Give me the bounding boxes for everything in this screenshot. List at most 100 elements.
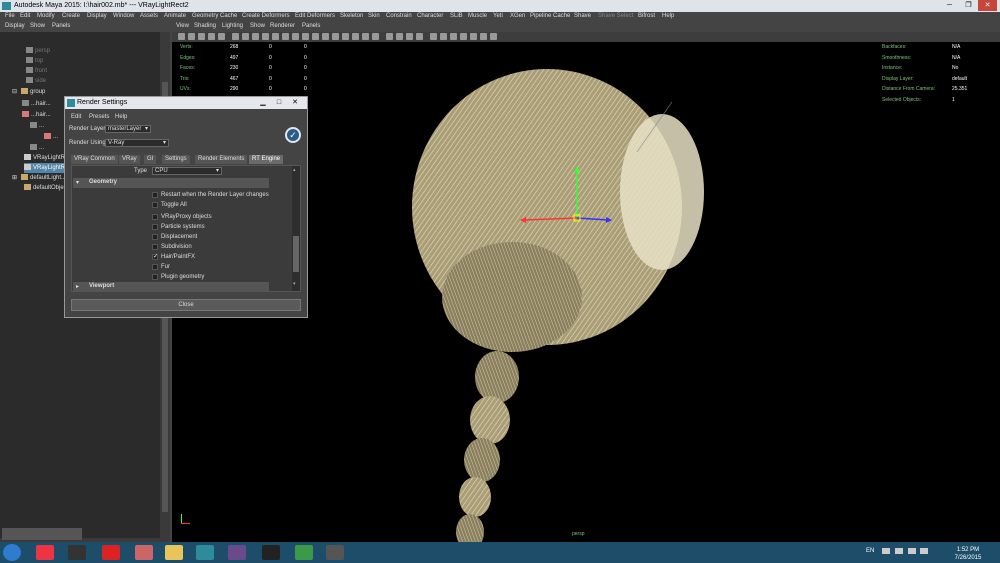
dialog-menu-presets[interactable]: Presets — [89, 114, 109, 120]
hair-paintfx-checkbox[interactable]: ✓ — [152, 254, 158, 260]
tray-icon[interactable] — [920, 548, 928, 554]
camtasia-icon[interactable] — [295, 545, 313, 560]
menu-modify[interactable]: Modify — [37, 13, 55, 19]
xray-joints-icon[interactable] — [406, 33, 413, 40]
vp-menu-view[interactable]: View — [176, 23, 189, 29]
outliner-item[interactable]: ...hair... — [22, 99, 51, 109]
close-button[interactable]: Close — [71, 299, 301, 311]
outliner-item[interactable]: ⊞ defaultLight... — [12, 173, 66, 183]
menu-geometry-cache[interactable]: Geometry Cache — [192, 13, 237, 19]
close-window-button[interactable]: ✕ — [978, 0, 997, 11]
language-indicator[interactable]: EN — [866, 548, 874, 554]
tab-vray-common[interactable]: VRay Common — [71, 155, 118, 164]
ao-icon[interactable] — [342, 33, 349, 40]
outliner-item-selected[interactable]: VRayLightR... — [24, 163, 70, 173]
menu-assets[interactable]: Assets — [140, 13, 158, 19]
vp-menu-shading[interactable]: Shading — [194, 23, 216, 29]
menu-create-deformers[interactable]: Create Deformers — [242, 13, 290, 19]
outliner-item[interactable]: top — [26, 56, 43, 66]
menu-help[interactable]: Help — [662, 13, 674, 19]
opera-icon[interactable] — [102, 545, 120, 560]
menu-skeleton[interactable]: Skeleton — [340, 13, 363, 19]
outliner-item[interactable]: ... — [30, 121, 44, 131]
smooth-shade-icon[interactable] — [302, 33, 309, 40]
outliner-menu-show[interactable]: Show — [30, 23, 45, 29]
xray-icon[interactable] — [396, 33, 403, 40]
type-dropdown[interactable]: CPU ▾ — [152, 167, 222, 175]
menu-display[interactable]: Display — [87, 13, 107, 19]
render-using-dropdown[interactable]: V-Ray ▾ — [105, 139, 169, 147]
particle-systems-checkbox[interactable] — [152, 224, 158, 230]
hypershade-icon[interactable] — [490, 33, 497, 40]
outliner-item[interactable]: defaultObje... — [24, 183, 69, 193]
menu-create[interactable]: Create — [62, 13, 80, 19]
resolution-gate-icon[interactable] — [242, 33, 249, 40]
antialias-icon[interactable] — [362, 33, 369, 40]
minimize-button[interactable]: ─ — [940, 0, 959, 11]
gamma-icon[interactable] — [430, 33, 437, 40]
paint-icon[interactable] — [135, 545, 153, 560]
menu-edit[interactable]: Edit — [20, 13, 30, 19]
outliner-item[interactable]: ⊟ group — [12, 87, 45, 97]
menu-yeti[interactable]: Yeti — [493, 13, 503, 19]
vray-icon[interactable] — [262, 545, 280, 560]
clock[interactable]: 1:52 PM 7/26/2015 — [940, 546, 996, 562]
lock-icon[interactable] — [188, 33, 195, 40]
menu-muscle[interactable]: Muscle — [468, 13, 487, 19]
image-plane-icon[interactable] — [208, 33, 215, 40]
vrayproxy-checkbox[interactable] — [152, 214, 158, 220]
vp-menu-panels[interactable]: Panels — [302, 23, 320, 29]
mudbox-icon[interactable] — [228, 545, 246, 560]
dof-icon[interactable] — [372, 33, 379, 40]
vp-menu-renderer[interactable]: Renderer — [270, 23, 295, 29]
ipr-icon[interactable] — [480, 33, 487, 40]
outliner-menu-display[interactable]: Display — [5, 23, 25, 29]
film-gate-icon[interactable] — [232, 33, 239, 40]
menu-shave-select[interactable]: Shave Select — [598, 13, 633, 19]
bookmark-icon[interactable] — [198, 33, 205, 40]
chrome-icon[interactable] — [36, 545, 54, 560]
dialog-maximize-button[interactable]: □ — [271, 98, 287, 107]
outliner-menu-panels[interactable]: Panels — [52, 23, 70, 29]
scroll-up-icon[interactable]: ▴ — [293, 168, 299, 173]
outliner-item[interactable]: side — [26, 76, 46, 86]
outliner-item[interactable]: persp — [26, 46, 50, 56]
dialog-minimize-button[interactable]: ▁ — [255, 98, 271, 107]
textured-icon[interactable] — [312, 33, 319, 40]
render-layer-dropdown[interactable]: masterLayer ▾ — [105, 125, 151, 133]
color-management-icon[interactable] — [450, 33, 457, 40]
menu-slib[interactable]: SLiB — [450, 13, 463, 19]
subdivision-checkbox[interactable] — [152, 244, 158, 250]
menu-character[interactable]: Character — [417, 13, 443, 19]
displacement-checkbox[interactable] — [152, 234, 158, 240]
menu-skin[interactable]: Skin — [368, 13, 380, 19]
outliner-item[interactable]: front — [26, 66, 47, 76]
dialog-menu-help[interactable]: Help — [115, 114, 127, 120]
dialog-menu-edit[interactable]: Edit — [71, 114, 81, 120]
outliner-item[interactable]: ... — [44, 132, 58, 142]
tab-rt-engine[interactable]: RT Engine — [249, 155, 284, 164]
motion-blur-icon[interactable] — [352, 33, 359, 40]
volume-icon[interactable] — [908, 548, 916, 554]
tab-gi[interactable]: GI — [144, 155, 157, 164]
isolate-icon[interactable] — [386, 33, 393, 40]
menu-file[interactable]: File — [5, 13, 15, 19]
safe-action-icon[interactable] — [272, 33, 279, 40]
outliner-item[interactable]: ...hair... — [22, 110, 51, 120]
tab-vray[interactable]: VRay — [119, 155, 140, 164]
wireframe-icon[interactable] — [292, 33, 299, 40]
toggle-all-checkbox[interactable] — [152, 202, 158, 208]
menu-bifrost[interactable]: Bifrost — [638, 13, 655, 19]
vp-menu-show[interactable]: Show — [250, 23, 265, 29]
restart-render-layer-checkbox[interactable] — [152, 192, 158, 198]
scrollbar-thumb[interactable] — [293, 236, 299, 272]
network-icon[interactable] — [895, 548, 903, 554]
dialog-titlebar[interactable]: Render Settings ▁ □ ✕ — [65, 97, 307, 109]
maximize-button[interactable]: ❐ — [959, 0, 978, 11]
tab-render-elements[interactable]: Render Elements — [195, 155, 248, 164]
minimized-window[interactable] — [2, 528, 82, 540]
start-button[interactable] — [3, 544, 21, 561]
grid-icon[interactable] — [218, 33, 225, 40]
tab-settings[interactable]: Settings — [162, 155, 190, 164]
settings-scrollbar[interactable]: ▴ ▾ — [292, 166, 300, 291]
